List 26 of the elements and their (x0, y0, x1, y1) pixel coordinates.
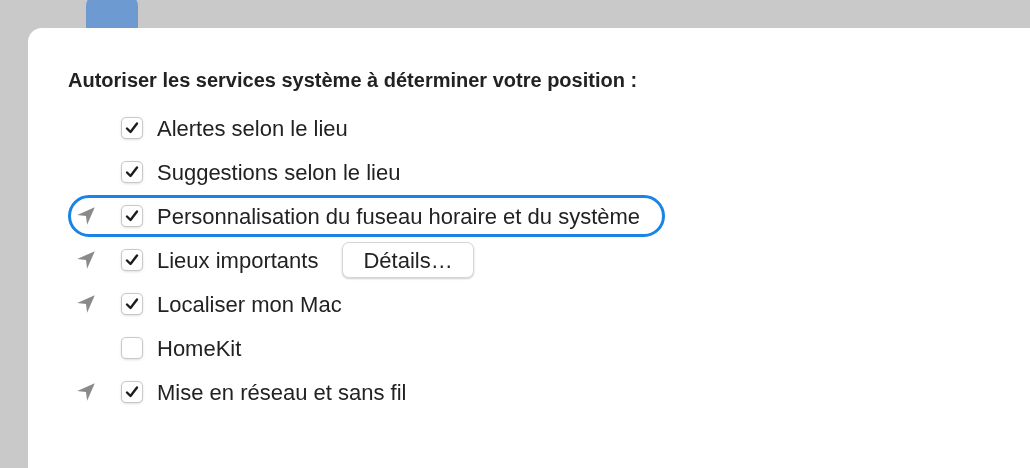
checkbox[interactable] (121, 337, 143, 359)
checkbox[interactable] (121, 205, 143, 227)
location-arrow-icon (75, 381, 97, 403)
location-arrow-icon (75, 205, 97, 227)
service-label: HomeKit (157, 334, 242, 363)
service-label: Lieux importants (157, 246, 319, 275)
checkbox[interactable] (121, 381, 143, 403)
sheet-heading: Autoriser les services système à déterminer votre position : (68, 68, 639, 93)
checkmark-icon (124, 208, 140, 224)
checkmark-icon (124, 164, 140, 180)
checkbox[interactable] (121, 249, 143, 271)
checkmark-icon (124, 120, 140, 136)
service-label: Mise en réseau et sans fil (157, 378, 407, 407)
checkmark-icon (124, 384, 140, 400)
location-arrow-icon (75, 249, 97, 271)
service-label: Localiser mon Mac (157, 290, 342, 319)
checkmark-icon (124, 252, 140, 268)
service-label: Personnalisation du fuseau horaire et du système (157, 202, 641, 231)
checkbox[interactable] (121, 117, 143, 139)
checkbox[interactable] (121, 293, 143, 315)
details-button[interactable]: Détails… (342, 242, 474, 278)
checkbox[interactable] (121, 161, 143, 183)
checkmark-icon (124, 296, 140, 312)
location-arrow-icon (75, 293, 97, 315)
service-label: Suggestions selon le lieu (157, 158, 401, 187)
service-label: Alertes selon le lieu (157, 114, 348, 143)
